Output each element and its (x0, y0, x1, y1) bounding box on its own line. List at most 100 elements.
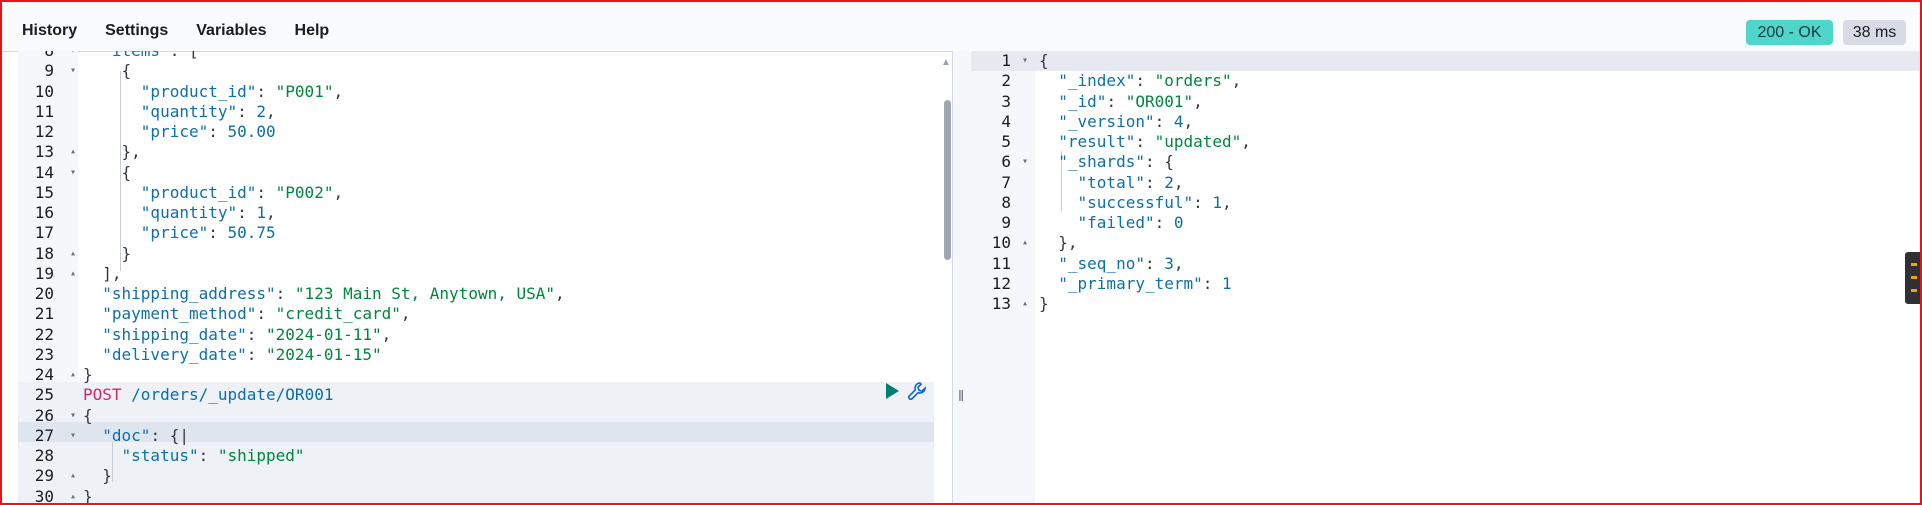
request-line[interactable]: 16 "quantity": 1, (18, 203, 938, 223)
line-number: 21 (34, 304, 54, 324)
response-line[interactable]: 13 ▴} (971, 294, 1921, 314)
code-text: "product_id": "P001", (140, 81, 344, 101)
request-line[interactable]: 20 "shipping_address": "123 Main St, Any… (18, 284, 938, 304)
code-text: "successful": 1, (1077, 192, 1232, 212)
request-line[interactable]: 25 POST /orders/_update/OR001 (18, 385, 938, 405)
line-number: 19 (34, 263, 54, 283)
request-line[interactable]: 11 "quantity": 2, (18, 102, 938, 122)
response-line[interactable]: 3 "_id": "OR001", (971, 92, 1921, 112)
code-text: "price": 50.00 (140, 122, 276, 141)
request-line[interactable]: 15 "product_id": "P002", (18, 183, 938, 203)
line-number: 11 (34, 101, 54, 121)
request-line[interactable]: 17 "price": 50.75 (18, 223, 938, 243)
code-text: }, (83, 142, 141, 162)
line-number: 6 (1001, 152, 1011, 172)
code-text: "_shards": { (1058, 152, 1174, 172)
line-number: 22 (34, 324, 54, 344)
line-number: 23 (34, 344, 54, 364)
request-line[interactable]: 22 "shipping_date": "2024-01-11", (18, 325, 938, 345)
fold-open-icon[interactable]: ▾ (1022, 51, 1028, 71)
code-text: "status": "shipped" (121, 446, 305, 465)
request-line[interactable]: 9 ▾ { (18, 61, 938, 81)
request-line[interactable]: 23 "delivery_date": "2024-01-15" (18, 345, 938, 365)
fold-close-icon[interactable]: ▴ (1022, 233, 1028, 253)
fold-close-icon[interactable]: ▴ (70, 466, 76, 486)
menu-settings[interactable]: Settings (105, 22, 168, 40)
line-number: 12 (991, 273, 1011, 293)
request-line[interactable]: 12 "price": 50.00 (18, 122, 938, 142)
line-number: 20 (34, 284, 54, 303)
response-line[interactable]: 8 "successful": 1, (971, 193, 1921, 213)
request-editor[interactable]: 8 ▾ "items": [9 ▾ {10 "product_id": "P001"… (18, 51, 938, 503)
fold-open-icon[interactable]: ▾ (70, 163, 76, 183)
play-icon[interactable] (886, 383, 899, 399)
request-line[interactable]: 10 "product_id": "P001", (18, 82, 938, 102)
response-line[interactable]: 5 "result": "updated", (971, 132, 1921, 152)
line-number: 25 (34, 385, 54, 405)
line-number: 12 (34, 122, 54, 141)
response-line[interactable]: 10 ▴ }, (971, 233, 1921, 253)
line-number: 3 (1001, 91, 1011, 111)
fold-open-icon[interactable]: ▾ (70, 426, 76, 446)
request-line[interactable]: 27 ▾ "doc": {| (18, 426, 938, 446)
code-text: { (83, 162, 132, 182)
code-text: "_version": 4, (1058, 111, 1194, 131)
request-line[interactable]: 8 ▾ "items": [ (18, 51, 938, 61)
request-line[interactable]: 24 ▴} (18, 365, 938, 385)
response-line[interactable]: 11 "_seq_no": 3, (971, 254, 1921, 274)
code-text: } (83, 365, 93, 384)
request-line[interactable]: 26 ▾ { (18, 406, 938, 426)
line-number: 16 (34, 203, 54, 222)
menu-history[interactable]: History (22, 22, 77, 40)
response-editor[interactable]: 1 ▾{2 "_index": "orders", 3 "_id": "OR001"… (971, 51, 1921, 503)
response-line[interactable]: 6 ▾ "_shards": { (971, 152, 1921, 172)
request-line[interactable]: 14 ▾ { (18, 163, 938, 183)
fold-open-icon[interactable]: ▾ (70, 51, 76, 61)
line-number: 9 (44, 61, 54, 81)
code-text: "_primary_term": 1 (1058, 273, 1232, 293)
response-time-badge: 38 ms (1843, 20, 1906, 45)
request-line[interactable]: 19 ▴ ], (18, 264, 938, 284)
fold-close-icon[interactable]: ▴ (70, 487, 76, 504)
fold-close-icon[interactable]: ▴ (70, 264, 76, 284)
drag-handle-icon[interactable]: ‖ (958, 388, 964, 405)
scroll-up-arrow-icon[interactable]: ▲ (941, 57, 951, 68)
fold-open-icon[interactable]: ▾ (1022, 152, 1028, 172)
response-line[interactable]: 9 "failed": 0 (971, 213, 1921, 233)
menu-variables[interactable]: Variables (196, 22, 266, 40)
line-number: 30 (34, 486, 54, 504)
fold-open-icon[interactable]: ▾ (70, 406, 76, 426)
request-line[interactable]: 21 "payment_method": "credit_card", (18, 304, 938, 324)
fold-open-icon[interactable]: ▾ (70, 61, 76, 81)
code-text: "price": 50.75 (140, 223, 276, 243)
request-line[interactable]: 30 ▴} (18, 487, 938, 504)
fold-close-icon[interactable]: ▴ (70, 142, 76, 162)
code-text: }, (1039, 233, 1078, 253)
code-text: "doc": {| (102, 425, 189, 445)
code-text: { (1039, 51, 1049, 70)
menu-help[interactable]: Help (295, 22, 330, 40)
request-editor-scrollbar[interactable] (944, 100, 951, 260)
fold-close-icon[interactable]: ▴ (70, 365, 76, 385)
request-line[interactable]: 29 ▴ } (18, 466, 938, 486)
line-number: 11 (991, 253, 1011, 273)
response-line[interactable]: 2 "_index": "orders", (971, 71, 1921, 91)
response-line[interactable]: 7 "total": 2, (971, 173, 1921, 193)
response-line[interactable]: 4 "_version": 4, (971, 112, 1921, 132)
side-panel-toggle[interactable] (1905, 252, 1920, 304)
request-line[interactable]: 28 "status": "shipped" (18, 446, 938, 466)
line-number: 9 (1001, 213, 1011, 232)
request-line[interactable]: 18 ▴ } (18, 244, 938, 264)
code-text: } (83, 466, 112, 486)
line-number: 10 (34, 81, 54, 101)
code-text: ], (83, 263, 122, 283)
request-line[interactable]: 13 ▴ }, (18, 142, 938, 162)
pane-divider[interactable] (952, 51, 972, 503)
line-number: 10 (991, 233, 1011, 253)
response-line[interactable]: 12 "_primary_term": 1 (971, 274, 1921, 294)
fold-close-icon[interactable]: ▴ (70, 244, 76, 264)
code-text: "quantity": 2, (140, 101, 276, 121)
response-line[interactable]: 1 ▾ { (971, 51, 1921, 71)
wrench-icon[interactable] (906, 380, 928, 402)
fold-close-icon[interactable]: ▴ (1022, 294, 1028, 314)
